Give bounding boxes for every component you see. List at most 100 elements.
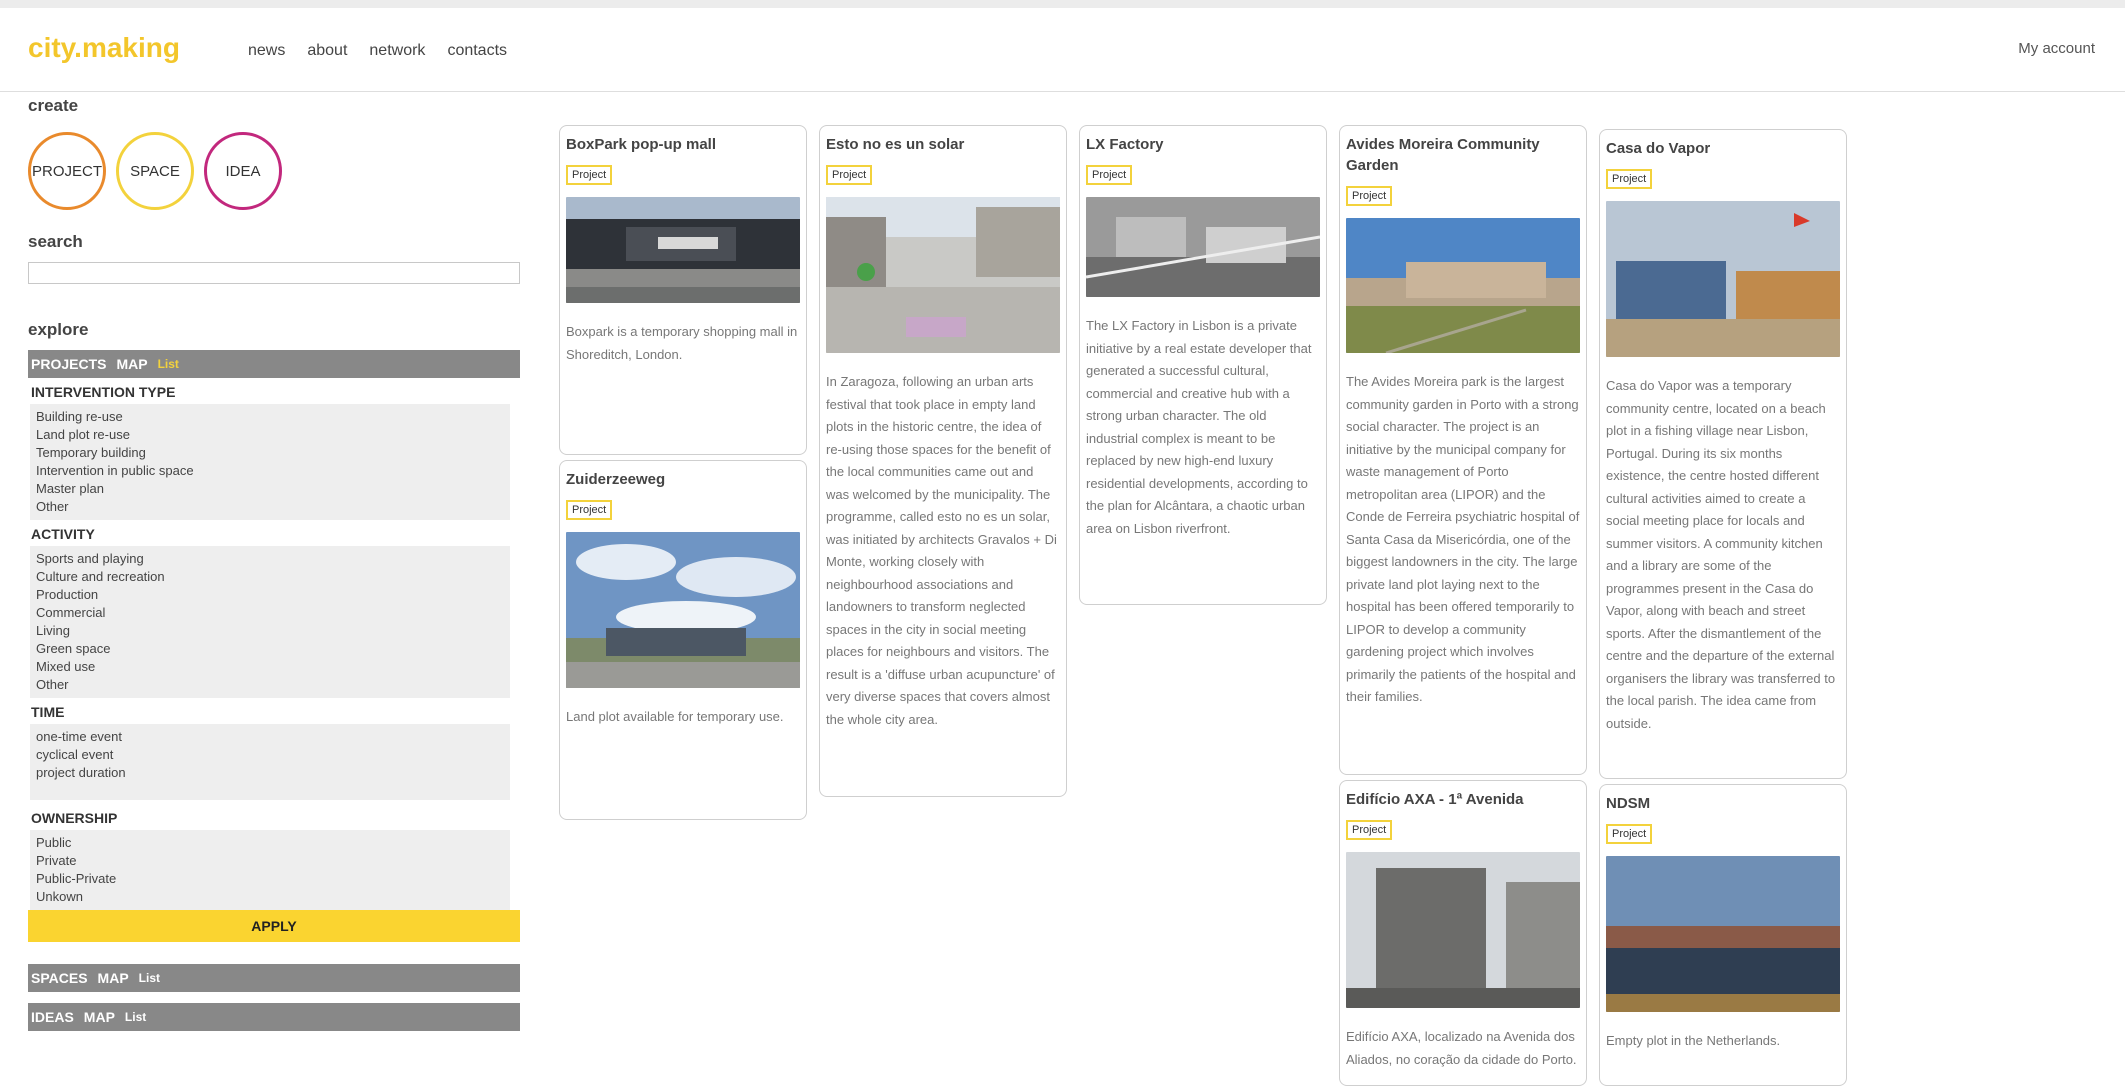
filter-intervention-type: INTERVENTION TYPE Building re-use Land p… bbox=[28, 384, 520, 520]
filter-time: TIME one-time event cyclical event proje… bbox=[28, 704, 520, 800]
filter-option[interactable]: Unkown bbox=[36, 888, 504, 906]
project-badge: Project bbox=[1346, 186, 1393, 206]
filter-option[interactable]: cyclical event bbox=[36, 746, 504, 764]
filter-option[interactable]: Intervention in public space bbox=[36, 462, 504, 480]
search-heading: search bbox=[28, 232, 83, 251]
aerial-photo bbox=[1086, 197, 1320, 297]
project-badge: Project bbox=[1606, 169, 1653, 189]
filter-option[interactable]: Master plan bbox=[36, 480, 504, 498]
project-badge: Project bbox=[1086, 165, 1133, 185]
project-badge: Project bbox=[826, 165, 873, 185]
filter-group-title: ACTIVITY bbox=[31, 526, 95, 542]
filter-option[interactable]: Culture and recreation bbox=[36, 568, 504, 586]
card-description: Edifício AXA, localizado na Avenida dos … bbox=[1346, 1029, 1577, 1067]
spaces-list-link[interactable]: List bbox=[139, 971, 160, 985]
create-project-button[interactable]: PROJECT bbox=[28, 132, 106, 210]
card-title[interactable]: Casa do Vapor bbox=[1606, 138, 1840, 159]
nav-contacts[interactable]: contacts bbox=[447, 42, 507, 60]
project-card[interactable]: NDSM Project Empty plot in the Netherlan… bbox=[1599, 784, 1847, 1086]
office-building-photo bbox=[566, 532, 800, 688]
filter-group-title: INTERVENTION TYPE bbox=[31, 384, 176, 400]
historic-building-photo bbox=[1346, 852, 1580, 1008]
card-description: In Zaragoza, following an urban arts fes… bbox=[826, 374, 1057, 727]
search-input[interactable] bbox=[28, 262, 520, 284]
main-nav: news about network contacts bbox=[248, 42, 507, 60]
sidebar: create PROJECT SPACE IDEA search explore… bbox=[28, 96, 520, 1031]
card-description: Land plot available for temporary use. bbox=[566, 709, 784, 724]
create-idea-button[interactable]: IDEA bbox=[204, 132, 282, 210]
filter-group-title: TIME bbox=[31, 704, 65, 720]
nav-news[interactable]: news bbox=[248, 42, 285, 60]
project-card[interactable]: Zuiderzeeweg Project Land plot available… bbox=[559, 460, 807, 820]
project-card[interactable]: Edifício AXA - 1ª Avenida Project Edifíc… bbox=[1339, 780, 1587, 1086]
filter-option[interactable]: project duration bbox=[36, 764, 504, 782]
ideas-list-link[interactable]: List bbox=[125, 1010, 146, 1024]
card-description: Empty plot in the Netherlands. bbox=[1606, 1033, 1781, 1048]
card-description: The Avides Moreira park is the largest c… bbox=[1346, 374, 1580, 704]
project-badge: Project bbox=[1606, 824, 1653, 844]
filter-option[interactable]: one-time event bbox=[36, 728, 504, 746]
projects-list-link[interactable]: List bbox=[158, 357, 179, 371]
filter-option[interactable]: Private bbox=[36, 852, 504, 870]
nav-network[interactable]: network bbox=[369, 42, 425, 60]
filter-option[interactable]: Public-Private bbox=[36, 870, 504, 888]
filter-option[interactable]: Living bbox=[36, 622, 504, 640]
filter-activity: ACTIVITY Sports and playing Culture and … bbox=[28, 526, 520, 698]
filter-options: Sports and playing Culture and recreatio… bbox=[30, 546, 510, 698]
filter-option[interactable]: Sports and playing bbox=[36, 550, 504, 568]
projects-label[interactable]: PROJECTS bbox=[31, 356, 106, 372]
card-title[interactable]: LX Factory bbox=[1086, 134, 1320, 155]
create-buttons: PROJECT SPACE IDEA bbox=[28, 132, 520, 210]
ideas-map-link[interactable]: MAP bbox=[84, 1009, 115, 1025]
site-logo[interactable]: city.making bbox=[28, 32, 180, 64]
ideas-bar[interactable]: IDEAS MAP List bbox=[28, 1003, 520, 1031]
harbour-photo bbox=[1606, 856, 1840, 1012]
filter-option[interactable]: Other bbox=[36, 676, 504, 694]
boxpark-photo bbox=[566, 197, 800, 303]
filter-option[interactable]: Land plot re-use bbox=[36, 426, 504, 444]
card-title[interactable]: NDSM bbox=[1606, 793, 1840, 814]
card-description: Boxpark is a temporary shopping mall in … bbox=[566, 324, 798, 362]
create-heading: create bbox=[28, 96, 79, 115]
spaces-label[interactable]: SPACES bbox=[31, 970, 88, 986]
apply-button[interactable]: APPLY bbox=[28, 910, 520, 942]
plaza-photo bbox=[826, 197, 1060, 353]
project-card[interactable]: Esto no es un solar Project In Zaragoza,… bbox=[819, 125, 1067, 797]
filter-option[interactable]: Commercial bbox=[36, 604, 504, 622]
filter-option[interactable]: Mixed use bbox=[36, 658, 504, 676]
site-header: city.making news about network contacts … bbox=[0, 8, 2125, 92]
filter-option[interactable]: Temporary building bbox=[36, 444, 504, 462]
card-title[interactable]: Esto no es un solar bbox=[826, 134, 1060, 155]
projects-bar[interactable]: PROJECTS MAP List bbox=[28, 350, 520, 378]
project-badge: Project bbox=[566, 165, 613, 185]
project-badge: Project bbox=[1346, 820, 1393, 840]
card-title[interactable]: Zuiderzeeweg bbox=[566, 469, 800, 490]
project-card[interactable]: LX Factory Project The LX Factory in Lis… bbox=[1079, 125, 1327, 605]
filter-option[interactable]: Building re-use bbox=[36, 408, 504, 426]
projects-map-link[interactable]: MAP bbox=[116, 356, 147, 372]
filter-options: one-time event cyclical event project du… bbox=[30, 724, 510, 800]
project-card[interactable]: Casa do Vapor Project Casa do Vapor was … bbox=[1599, 129, 1847, 779]
explore-heading: explore bbox=[28, 320, 89, 339]
filter-option[interactable]: Production bbox=[36, 586, 504, 604]
filter-option[interactable]: Public bbox=[36, 834, 504, 852]
filter-option[interactable]: Other bbox=[36, 498, 504, 516]
card-description: Casa do Vapor was a temporary community … bbox=[1606, 378, 1836, 731]
my-account-link[interactable]: My account bbox=[2018, 40, 2095, 57]
card-title[interactable]: BoxPark pop-up mall bbox=[566, 134, 800, 155]
filter-group-title: OWNERSHIP bbox=[31, 810, 118, 826]
spaces-bar[interactable]: SPACES MAP List bbox=[28, 964, 520, 992]
spaces-map-link[interactable]: MAP bbox=[98, 970, 129, 986]
filter-ownership: OWNERSHIP Public Private Public-Private … bbox=[28, 810, 520, 910]
card-title[interactable]: Avides Moreira Community Garden bbox=[1346, 134, 1580, 176]
project-card[interactable]: Avides Moreira Community Garden Project … bbox=[1339, 125, 1587, 775]
card-description: The LX Factory in Lisbon is a private in… bbox=[1086, 318, 1312, 536]
nav-about[interactable]: about bbox=[307, 42, 347, 60]
card-title[interactable]: Edifício AXA - 1ª Avenida bbox=[1346, 789, 1580, 810]
ideas-label[interactable]: IDEAS bbox=[31, 1009, 74, 1025]
project-card[interactable]: BoxPark pop-up mall Project Boxpark is a… bbox=[559, 125, 807, 455]
create-space-button[interactable]: SPACE bbox=[116, 132, 194, 210]
filter-options: Public Private Public-Private Unkown bbox=[30, 830, 510, 910]
filter-option[interactable]: Green space bbox=[36, 640, 504, 658]
project-badge: Project bbox=[566, 500, 613, 520]
